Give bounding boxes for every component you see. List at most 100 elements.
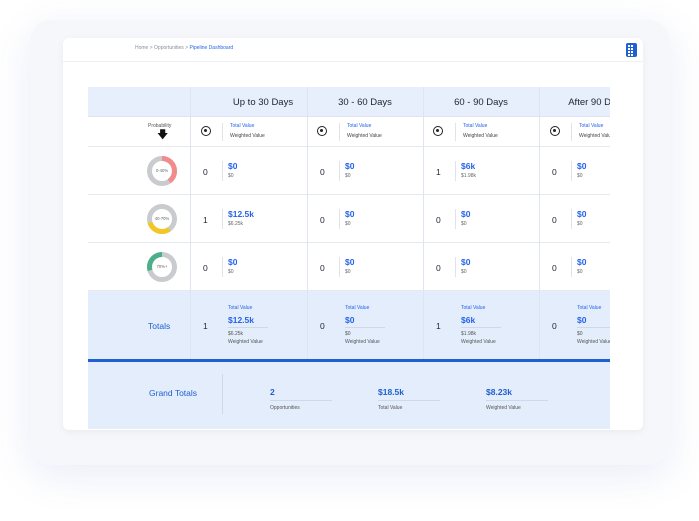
opportunity-count[interactable]: 0 [320, 263, 325, 273]
totals-count[interactable]: 1 [203, 321, 208, 331]
opportunity-count[interactable]: 0 [436, 215, 441, 225]
column-header-60-90: 60 - 90 Days [454, 97, 508, 108]
totals-total-value-label: Total Value [577, 305, 602, 311]
totals-weighted-value-label: Weighted Value [345, 339, 380, 345]
total-value-label: Total Value [230, 123, 255, 129]
weighted-value: $0 [461, 269, 467, 275]
total-value-label: Total Value [463, 123, 488, 129]
opportunity-count[interactable]: 1 [203, 215, 208, 225]
column-divider [539, 87, 540, 359]
grand-weighted-value-label: Weighted Value [486, 405, 521, 411]
weighted-value: $6.25k [228, 221, 244, 227]
total-value-label: Total Value [347, 123, 372, 129]
column-divider [423, 87, 424, 359]
sort-down-arrow-icon[interactable]: 🡇 [157, 130, 168, 141]
totals-total-value[interactable]: $0 [577, 315, 586, 325]
divider [486, 400, 548, 401]
totals-total-value[interactable]: $6k [461, 315, 475, 325]
total-value[interactable]: $0 [577, 257, 586, 267]
divider [571, 209, 572, 229]
total-value[interactable]: $0 [228, 257, 237, 267]
divider [455, 123, 456, 141]
totals-weighted-value-label: Weighted Value [228, 339, 263, 345]
column-divider [307, 87, 308, 359]
totals-weighted-value-label: Weighted Value [577, 339, 610, 345]
probability-bucket-label: 70%+ [156, 264, 168, 269]
apps-grid-icon[interactable] [626, 43, 637, 59]
total-value[interactable]: $0 [345, 161, 354, 171]
grand-opportunities-label: Opportunities [270, 405, 300, 411]
grand-totals-label: Grand Totals [149, 388, 198, 398]
table-row: 0-40% 0 $0 $0 0 $0 $0 1 $6k $1.98k 0 $0 $0 [88, 147, 610, 195]
breadcrumb-home[interactable]: Home [135, 45, 148, 51]
breadcrumb: Home > Opportunities > Pipeline Dashboar… [135, 45, 233, 51]
divider [222, 161, 223, 181]
opportunity-count[interactable]: 0 [203, 167, 208, 177]
totals-total-value[interactable]: $0 [345, 315, 354, 325]
weighted-value: $0 [345, 173, 351, 179]
total-value[interactable]: $12.5k [228, 209, 254, 219]
totals-weighted-value: $0 [345, 331, 351, 337]
weighted-value: $0 [461, 221, 467, 227]
weighted-value: $0 [228, 173, 234, 179]
totals-total-value-label: Total Value [228, 305, 253, 311]
table-header: Up to 30 Days 30 - 60 Days 60 - 90 Days … [88, 87, 610, 117]
total-value[interactable]: $0 [228, 161, 237, 171]
divider [455, 161, 456, 181]
probability-donut: 40-70% [146, 203, 178, 235]
weighted-value: $0 [228, 269, 234, 275]
totals-total-value-label: Total Value [345, 305, 370, 311]
totals-count[interactable]: 0 [552, 321, 557, 331]
breadcrumb-separator: > [149, 45, 153, 51]
divider [339, 161, 340, 181]
total-value[interactable]: $0 [345, 257, 354, 267]
grand-opportunities-value: 2 [270, 387, 275, 397]
weighted-value-label: Weighted Value [347, 133, 382, 139]
grand-total-value: $18.5k [378, 387, 404, 397]
opportunity-count[interactable]: 0 [552, 215, 557, 225]
divider [339, 257, 340, 277]
total-value[interactable]: $0 [345, 209, 354, 219]
breadcrumb-opportunities[interactable]: Opportunities [154, 45, 184, 51]
opportunity-count[interactable]: 1 [436, 167, 441, 177]
column-header-after-90: After 90 Days [568, 97, 610, 108]
totals-count[interactable]: 0 [320, 321, 325, 331]
total-value[interactable]: $0 [461, 209, 470, 219]
table-row: 70%+ 0 $0 $0 0 $0 $0 0 $0 $0 0 $0 $0 [88, 243, 610, 291]
totals-total-value[interactable]: $12.5k [228, 315, 254, 325]
opportunity-count[interactable]: 0 [203, 263, 208, 273]
divider [571, 257, 572, 277]
total-value[interactable]: $0 [461, 257, 470, 267]
weighted-value: $1.98k [461, 173, 477, 179]
target-icon [201, 126, 211, 136]
target-icon [317, 126, 327, 136]
divider [571, 161, 572, 181]
pipeline-table: Up to 30 Days 30 - 60 Days 60 - 90 Days … [88, 87, 610, 429]
divider [345, 327, 385, 328]
divider [228, 327, 268, 328]
column-header-0-30: Up to 30 Days [232, 97, 294, 108]
probability-bucket-label: 40-70% [154, 216, 170, 221]
totals-count[interactable]: 1 [436, 321, 441, 331]
column-divider [190, 87, 191, 359]
opportunity-count[interactable]: 0 [436, 263, 441, 273]
totals-weighted-value: $6.25k [228, 331, 244, 337]
target-icon [550, 126, 560, 136]
totals-weighted-value-label: Weighted Value [461, 339, 496, 345]
weighted-value: $0 [345, 221, 351, 227]
total-value[interactable]: $6k [461, 161, 475, 171]
opportunity-count[interactable]: 0 [552, 263, 557, 273]
opportunity-count[interactable]: 0 [552, 167, 557, 177]
total-value-label: Total Value [579, 123, 604, 129]
divider [577, 327, 610, 328]
divider [339, 209, 340, 229]
weighted-value-label: Weighted Value [230, 133, 265, 139]
target-icon [433, 126, 443, 136]
totals-label: Totals [148, 321, 171, 331]
opportunity-count[interactable]: 0 [320, 215, 325, 225]
top-bar: Home > Opportunities > Pipeline Dashboar… [63, 38, 643, 62]
total-value[interactable]: $0 [577, 161, 586, 171]
total-value[interactable]: $0 [577, 209, 586, 219]
divider [222, 374, 223, 414]
opportunity-count[interactable]: 0 [320, 167, 325, 177]
